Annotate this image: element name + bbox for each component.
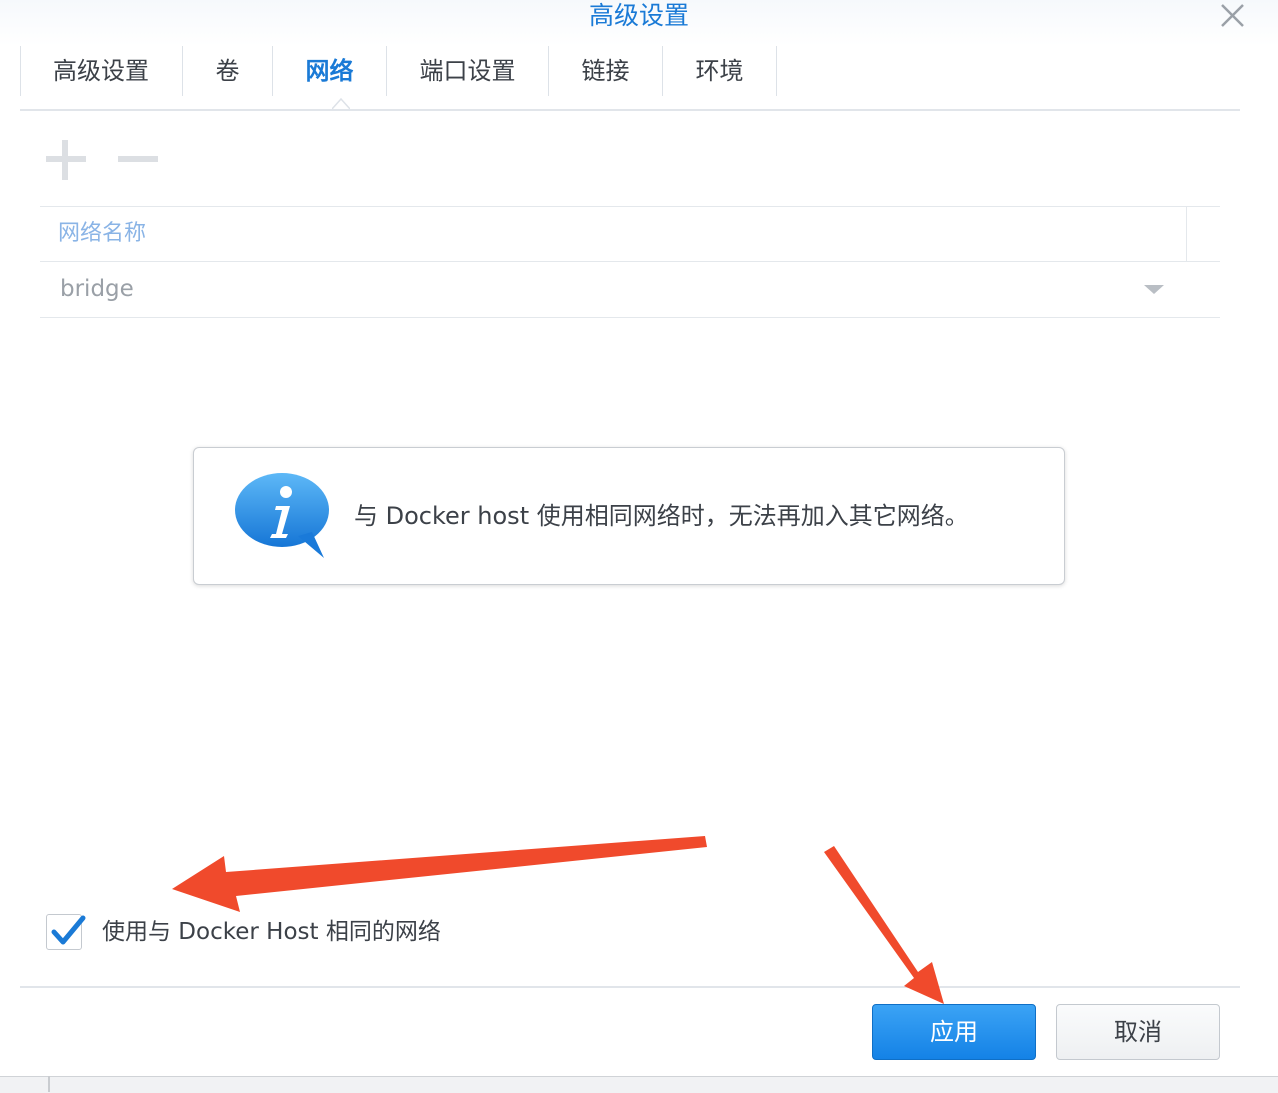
table-row[interactable]: bridge	[40, 261, 1220, 318]
minus-icon	[118, 156, 158, 162]
info-message: 与 Docker host 使用相同网络时，无法再加入其它网络。	[354, 502, 969, 530]
window-bottom-edge	[0, 1076, 1278, 1093]
tab-links[interactable]: 链接	[549, 46, 662, 96]
footer-divider	[20, 986, 1240, 988]
checkmark-icon	[51, 915, 86, 945]
info-bubble-icon	[235, 473, 329, 558]
close-icon	[1221, 4, 1244, 27]
advanced-settings-dialog: 高级设置 高级设置 卷 网络 端口设置 链接 环境 网络名称 bridge 与 …	[0, 0, 1278, 1076]
grid-header: 网络名称	[40, 206, 1220, 262]
cancel-button[interactable]: 取消	[1056, 1004, 1220, 1060]
tab-volume[interactable]: 卷	[183, 46, 272, 96]
tab-environment[interactable]: 环境	[663, 46, 776, 96]
remove-network-button[interactable]	[116, 140, 160, 184]
add-network-button[interactable]	[44, 140, 88, 184]
tab-port-settings[interactable]: 端口设置	[387, 46, 548, 96]
tab-bar: 高级设置 卷 网络 端口设置 链接 环境	[20, 46, 1240, 111]
dialog-title: 高级设置	[588, 1, 689, 30]
close-button[interactable]	[1214, 0, 1250, 30]
network-grid: 网络名称 bridge	[40, 206, 1220, 318]
use-host-network-label[interactable]: 使用与 Docker Host 相同的网络	[102, 912, 441, 952]
tab-advanced-settings[interactable]: 高级设置	[20, 46, 182, 96]
column-separator	[1186, 207, 1187, 261]
info-message-box: 与 Docker host 使用相同网络时，无法再加入其它网络。	[193, 447, 1065, 585]
dropdown-arrow-icon[interactable]	[1140, 281, 1168, 297]
column-header-network-name[interactable]: 网络名称	[58, 207, 146, 261]
active-tab-caret-icon	[332, 97, 350, 110]
network-name-cell: bridge	[60, 276, 134, 302]
apply-button[interactable]: 应用	[872, 1004, 1036, 1060]
use-host-network-checkbox[interactable]	[46, 914, 86, 950]
window-edge-mark	[48, 1076, 50, 1092]
tab-network[interactable]: 网络	[273, 46, 386, 96]
tab-separator	[776, 46, 777, 96]
plus-icon	[46, 140, 86, 180]
